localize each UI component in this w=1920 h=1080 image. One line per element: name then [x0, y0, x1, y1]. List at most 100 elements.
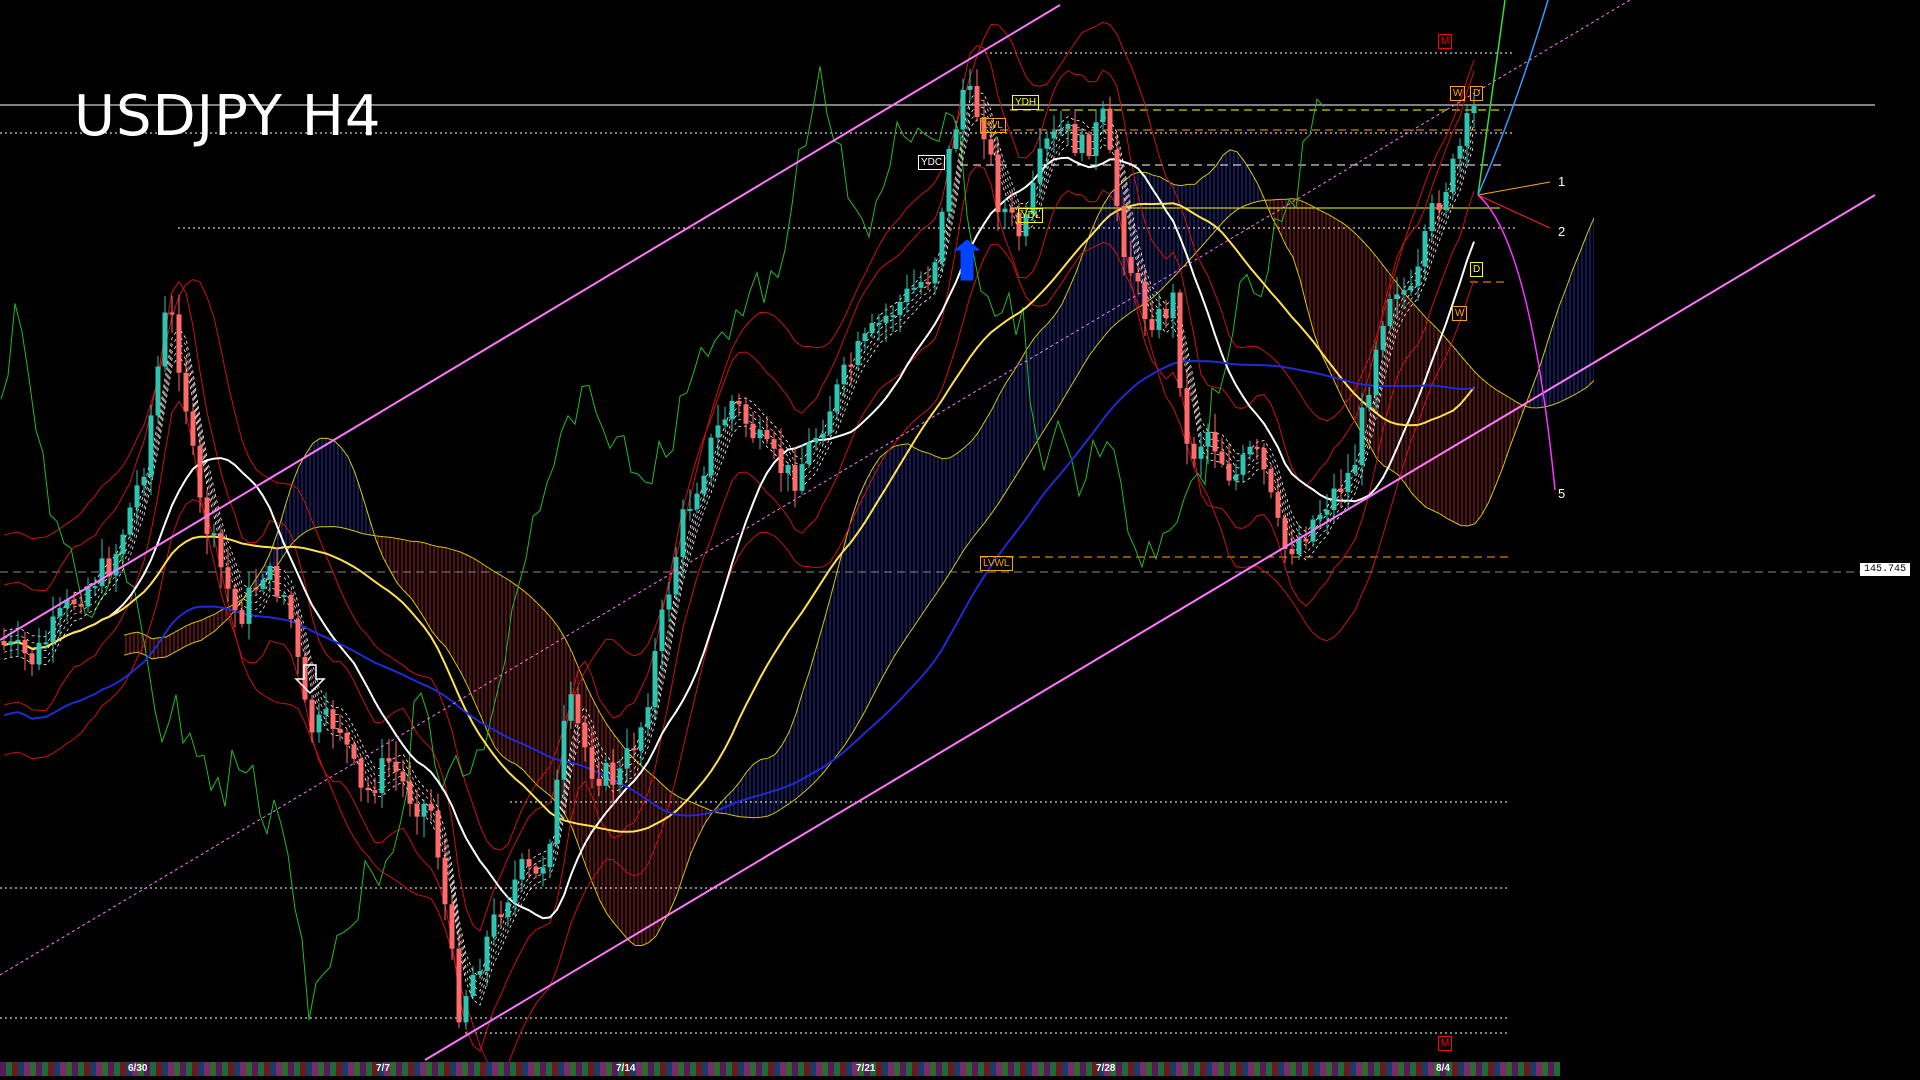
cloud-segment: [1321, 210, 1328, 368]
cloud-segment: [1447, 339, 1454, 522]
candle-body: [1212, 431, 1218, 452]
cloud-segment: [1223, 149, 1230, 222]
candle-body: [1471, 106, 1477, 114]
time-bar-cell: [1164, 1062, 1170, 1076]
time-bar-cell: [270, 1062, 276, 1076]
cloud-segment: [1160, 176, 1167, 291]
time-bar-cell: [786, 1062, 792, 1076]
candle-body: [1352, 464, 1358, 473]
cloud-segment: [1440, 331, 1447, 519]
candle-body: [736, 400, 742, 405]
cloud-segment: [124, 633, 131, 656]
candle-body: [1457, 145, 1463, 159]
time-bar-cell: [642, 1062, 648, 1076]
candle-body: [1198, 446, 1204, 459]
cloud-segment: [523, 590, 530, 778]
candle-body: [680, 509, 686, 557]
candle-body: [505, 902, 511, 918]
time-bar-cell: [78, 1062, 84, 1076]
candle-body: [974, 86, 980, 118]
time-bar-cell: [444, 1062, 450, 1076]
candle-body: [988, 139, 994, 155]
time-bar-cell: [1122, 1062, 1128, 1076]
candle-body: [589, 747, 595, 779]
time-bar-cell: [978, 1062, 984, 1076]
cloud-segment: [1489, 384, 1496, 502]
cloud-segment: [768, 754, 775, 816]
cloud-segment: [425, 543, 432, 632]
time-bar-cell: [1494, 1062, 1500, 1076]
cloud-segment: [355, 472, 362, 534]
candle-body: [750, 423, 756, 439]
time-bar-cell: [894, 1062, 900, 1076]
candle-body: [1429, 203, 1435, 232]
candle-body: [57, 608, 63, 617]
candle-body: [1366, 394, 1372, 408]
time-bar-cell: [84, 1062, 90, 1076]
level-box-lvwl: LVWL: [980, 556, 1013, 571]
time-bar-cell: [1230, 1062, 1236, 1076]
candle-body: [659, 609, 665, 652]
time-bar-cell: [186, 1062, 192, 1076]
time-bar-cell: [696, 1062, 702, 1076]
candle-body: [1387, 298, 1393, 326]
time-bar-cell: [1140, 1062, 1146, 1076]
candle-body: [1079, 134, 1085, 154]
time-bar-cell: [1296, 1062, 1302, 1076]
time-bar-cell: [1524, 1062, 1530, 1076]
cloud-segment: [1083, 233, 1090, 366]
time-bar-cell: [420, 1062, 426, 1076]
time-bar-cell: [810, 1062, 816, 1076]
candle-body: [708, 437, 714, 476]
candle-body: [351, 744, 357, 759]
time-bar-cell: [234, 1062, 240, 1076]
candle-body: [834, 384, 840, 412]
price-chart[interactable]: [0, 0, 1920, 1080]
cloud-segment: [348, 456, 355, 532]
candle-body: [1233, 474, 1239, 481]
candle-body: [1135, 272, 1141, 282]
cloud-segment: [1587, 218, 1594, 388]
candle-body: [1436, 203, 1442, 211]
candle-body: [379, 758, 385, 793]
time-bar-cell: [150, 1062, 156, 1076]
candle-body: [687, 508, 693, 511]
time-bar-cell: [816, 1062, 822, 1076]
candle-body: [1331, 488, 1337, 510]
candle-body: [1464, 113, 1470, 146]
time-bar-cell: [336, 1062, 342, 1076]
time-bar-cell: [1416, 1062, 1422, 1076]
candle-body: [1296, 538, 1302, 555]
time-bar-cell: [1506, 1062, 1512, 1076]
cloud-segment: [754, 759, 761, 818]
time-bar-cell: [732, 1062, 738, 1076]
candle-body: [848, 364, 854, 367]
cloud-segment: [453, 549, 460, 671]
candle-body: [645, 707, 651, 728]
time-bar-cell: [222, 1062, 228, 1076]
time-bar-cell: [1512, 1062, 1518, 1076]
cloud-segment: [1216, 155, 1223, 230]
cloud-segment: [292, 466, 299, 544]
time-bar-cell: [360, 1062, 366, 1076]
candle-body: [855, 341, 861, 365]
candle-body: [288, 595, 294, 620]
cloud-segment: [740, 771, 747, 818]
time-bar-cell: [1272, 1062, 1278, 1076]
candle-body: [1184, 388, 1190, 444]
candle-body: [827, 411, 833, 434]
candle-body: [246, 587, 252, 624]
time-bar-cell: [426, 1062, 432, 1076]
cloud-segment: [481, 563, 488, 733]
time-bar-cell: [1548, 1062, 1554, 1076]
time-bar-cell: [654, 1062, 660, 1076]
candle-body: [533, 866, 539, 874]
candle-body: [1450, 158, 1456, 192]
cloud-segment: [1055, 304, 1062, 413]
candle-body: [232, 588, 238, 611]
candle-body: [512, 879, 518, 903]
time-bar-cell: [1158, 1062, 1164, 1076]
cloud-segment: [1531, 372, 1538, 408]
cloud-segment: [299, 453, 306, 537]
time-bar-cell: [1152, 1062, 1158, 1076]
